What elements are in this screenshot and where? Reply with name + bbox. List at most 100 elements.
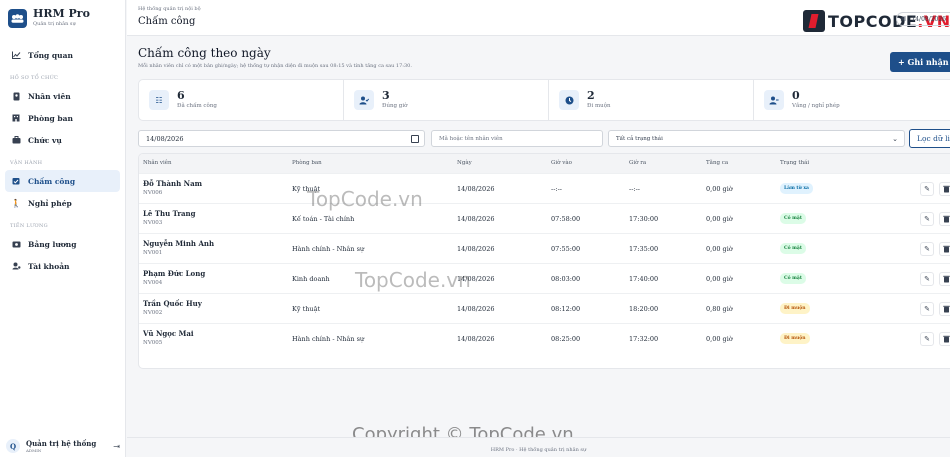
check-in-cell: --:-- <box>551 185 562 193</box>
table-row[interactable]: Trần Quốc Huy NV002 Kỹ thuật 14/08/2026 08:1… <box>139 293 950 323</box>
topbar-date-text: 14/08/2026 <box>911 15 946 23</box>
edit-icon[interactable]: ✎ <box>920 212 934 226</box>
check-out-cell: 17:30:00 <box>629 215 659 223</box>
delete-icon[interactable] <box>939 182 950 196</box>
employee-id: NV001 <box>143 250 163 256</box>
col-check-out: Giờ ra <box>629 160 647 166</box>
calendar-check-icon <box>10 175 22 187</box>
list-check-icon: ☷ <box>149 90 169 110</box>
employee-cell: Nguyễn Minh Anh NV001 <box>143 239 214 258</box>
check-out-cell: 18:20:00 <box>629 305 659 313</box>
department-cell: Hành chính - Nhân sự <box>292 335 365 343</box>
employee-name: Đỗ Thành Nam <box>143 179 203 188</box>
stat-label: Vắng / nghỉ phép <box>792 103 840 109</box>
date-cell: 14/08/2026 <box>457 335 495 343</box>
employee-cell: Phạm Đức Long NV004 <box>143 269 205 288</box>
status-badge: Đi muộn <box>780 333 810 344</box>
department-cell: Kỹ thuật <box>292 305 321 313</box>
employee-cell: Lê Thu Trang NV003 <box>143 209 196 228</box>
table-row[interactable]: Nguyễn Minh Anh NV001 Hành chính - Nhân sự… <box>139 233 950 263</box>
stats-bar: ☷ 6 Đã chấm công 3 Đúng giờ 2 Đi muộn 0 Vắn <box>138 79 950 121</box>
attendance-table: Nhân viên Phòng ban Ngày Giờ vào Giờ ra … <box>138 153 950 369</box>
logout-icon[interactable]: ⇥ <box>113 442 120 451</box>
table-row[interactable]: Vũ Ngọc Mai NV005 Hành chính - Nhân sự 14/0… <box>139 323 950 353</box>
employee-name: Vũ Ngọc Mai <box>143 329 194 338</box>
employee-name: Trần Quốc Huy <box>143 299 202 308</box>
calendar-icon: ▣ <box>900 15 907 22</box>
employee-cell: Đỗ Thành Nam NV006 <box>143 179 202 198</box>
employee-id: NV004 <box>143 280 163 286</box>
overtime-cell: 0,00 giờ <box>706 245 733 253</box>
table-header: Nhân viên Phòng ban Ngày Giờ vào Giờ ra … <box>139 154 950 173</box>
edit-icon[interactable]: ✎ <box>920 242 934 256</box>
search-input[interactable]: Mã hoặc tên nhân viên <box>431 130 603 147</box>
filter-button[interactable]: Lọc dữ liệu <box>909 129 950 148</box>
employee-cell: Trần Quốc Huy NV002 <box>143 299 202 318</box>
stat-absent: 0 Vắng / nghỉ phép <box>754 80 950 120</box>
delete-icon[interactable] <box>939 332 950 346</box>
date-cell: 14/08/2026 <box>457 185 495 193</box>
delete-icon[interactable] <box>939 302 950 316</box>
edit-icon[interactable]: ✎ <box>920 302 934 316</box>
delete-icon[interactable] <box>939 242 950 256</box>
date-cell: 14/08/2026 <box>457 215 495 223</box>
status-select[interactable]: Tất cả trạng thái ⌄ <box>608 130 905 147</box>
edit-icon[interactable]: ✎ <box>920 332 934 346</box>
brand-name: HRM Pro <box>33 7 90 20</box>
delete-icon[interactable] <box>939 212 950 226</box>
col-employee: Nhân viên <box>143 160 172 166</box>
sidebar-item-attendance[interactable]: Chấm công <box>5 170 120 192</box>
table-row[interactable]: Lê Thu Trang NV003 Kế toán - Tài chính 14/0… <box>139 203 950 233</box>
sidebar-item-payroll[interactable]: Bảng lương <box>5 233 120 255</box>
clock-icon <box>559 90 579 110</box>
date-cell: 14/08/2026 <box>457 305 495 313</box>
sidebar-item-label: Tổng quan <box>28 50 73 60</box>
employee-id: NV006 <box>143 190 163 196</box>
overtime-cell: 0,00 giờ <box>706 215 733 223</box>
sidebar-item-label: Nghỉ phép <box>28 198 72 208</box>
sidebar-user: Q Quản trị hệ thống ADMIN ⇥ <box>0 435 126 457</box>
check-out-cell: 17:40:00 <box>629 275 659 283</box>
table-row[interactable]: Phạm Đức Long NV004 Kinh doanh 14/08/2026 08… <box>139 263 950 293</box>
user-name: Quản trị hệ thống <box>26 439 97 448</box>
status-badge: Có mặt <box>780 243 806 254</box>
status-badge: Có mặt <box>780 273 806 284</box>
brand-tagline: Quản trị nhân sự <box>33 21 76 27</box>
sidebar-item-employees[interactable]: Nhân viên <box>5 85 120 107</box>
filter-bar: 14/08/2026 Mã hoặc tên nhân viên Tất cả … <box>138 129 950 149</box>
sidebar-item-leave[interactable]: 🚶 Nghỉ phép <box>5 192 120 214</box>
sidebar-item-accounts[interactable]: Tài khoản <box>5 255 120 277</box>
overtime-cell: 0,00 giờ <box>706 185 733 193</box>
employee-name: Lê Thu Trang <box>143 209 196 218</box>
sidebar-item-overview[interactable]: Tổng quan <box>5 44 120 66</box>
stat-on-time: 3 Đúng giờ <box>344 80 549 120</box>
status-select-value: Tất cả trạng thái <box>616 135 663 142</box>
sidebar-item-positions[interactable]: Chức vụ <box>5 129 120 151</box>
sidebar-item-label: Chấm công <box>28 176 76 186</box>
department-cell: Kinh doanh <box>292 275 330 283</box>
check-out-cell: 17:35:00 <box>629 245 659 253</box>
status-badge: Làm từ xa <box>780 183 813 194</box>
brand[interactable]: HRM Pro Quản trị nhân sự <box>0 0 125 36</box>
footer: HRM Pro · Hệ thống quản trị nhân sự <box>127 437 950 457</box>
department-cell: Hành chính - Nhân sự <box>292 245 365 253</box>
calendar-icon[interactable] <box>411 135 419 143</box>
table-row[interactable]: Đỗ Thành Nam NV006 Kỹ thuật 14/08/2026 --:--… <box>139 173 950 203</box>
edit-icon[interactable]: ✎ <box>920 182 934 196</box>
topbar-date: ▣ 14/08/2026 <box>896 12 950 26</box>
sidebar-item-departments[interactable]: Phòng ban <box>5 107 120 129</box>
user-gear-icon <box>10 260 22 272</box>
add-attendance-button[interactable]: + Ghi nhận công <box>890 52 950 72</box>
main-content: Chấm công theo ngày Mỗi nhân viên chỉ có… <box>127 37 950 437</box>
chevron-down-icon: ⌄ <box>892 135 898 143</box>
date-filter-input[interactable]: 14/08/2026 <box>138 130 425 147</box>
edit-icon[interactable]: ✎ <box>920 272 934 286</box>
delete-icon[interactable] <box>939 272 950 286</box>
stat-label: Đúng giờ <box>382 103 408 109</box>
overtime-cell: 0,80 giờ <box>706 305 733 313</box>
employee-cell: Vũ Ngọc Mai NV005 <box>143 329 194 348</box>
app-root: HRM Pro Quản trị nhân sự Tổng quan HỒ SƠ… <box>0 0 950 457</box>
check-out-cell: --:-- <box>629 185 640 193</box>
person-walking-icon: 🚶 <box>11 198 21 208</box>
date-filter-value: 14/08/2026 <box>146 134 184 143</box>
